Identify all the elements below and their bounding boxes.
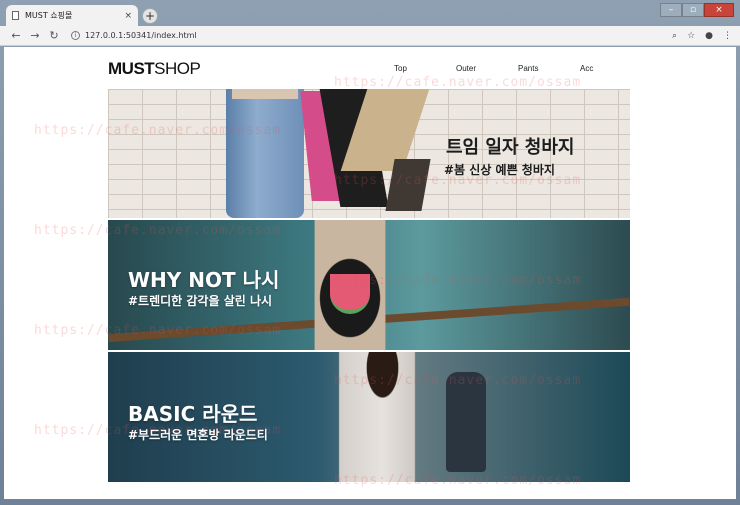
profile-icon[interactable]: ● [705,31,713,41]
site-logo[interactable]: MUSTSHOP [108,59,201,79]
banner-title: 트임 일자 청바지 [446,137,575,158]
banner-basic-round[interactable]: BASIC 라운드 #부드러운 면혼방 라운드티 [108,352,630,482]
logo-bold: MUST [108,59,155,78]
document-icon [12,11,19,20]
site-header: MUSTSHOP Top Outer Pants Acc [108,57,630,81]
maximize-button[interactable]: ▫ [682,3,704,17]
jeans-image [226,89,304,218]
banner-title: WHY NOT 나시 [128,268,280,292]
model-image [322,352,432,482]
banner-subtitle: #봄 신상 예쁜 청바지 [444,163,555,177]
address-bar[interactable]: i 127.0.0.1:50341/index.html [71,28,672,44]
main-menu: Top Outer Pants Acc [394,64,642,73]
watermelon-print-image [330,274,370,314]
browser-tab[interactable]: MUST 쇼핑몰 × [6,5,138,26]
reload-icon[interactable]: ↻ [46,29,62,42]
menu-kebab-icon[interactable]: ⋮ [723,31,732,41]
close-window-button[interactable]: × [704,3,734,17]
title-bar: MUST 쇼핑몰 × + – ▫ × [0,0,740,26]
minimize-button[interactable]: – [660,3,682,17]
browser-toolbar: ← → ↻ i 127.0.0.1:50341/index.html ⌕ ☆ ●… [0,26,740,46]
url-text: 127.0.0.1:50341/index.html [85,31,197,40]
tab-close-icon[interactable]: × [124,11,132,21]
menu-pants[interactable]: Pants [518,64,580,73]
back-arrow-icon[interactable]: ← [8,29,24,42]
banner-subtitle: #트렌디한 감각을 살린 나시 [128,294,273,308]
window-controls: – ▫ × [660,3,734,17]
browser-window: MUST 쇼핑몰 × + – ▫ × ← → ↻ i 127.0.0.1:503… [0,0,740,505]
background-person-image [446,372,486,472]
menu-outer[interactable]: Outer [456,64,518,73]
menu-acc[interactable]: Acc [580,64,642,73]
tab-title: MUST 쇼핑몰 [25,11,73,20]
toolbar-icons: ⌕ ☆ ● ⋮ [672,31,732,41]
banner-title: BASIC 라운드 [128,402,258,426]
logo-light: SHOP [154,59,201,78]
banner-jeans[interactable]: 트임 일자 청바지 #봄 신상 예쁜 청바지 [108,89,630,218]
new-tab-button[interactable]: + [142,8,158,24]
banner-sleeveless[interactable]: WHY NOT 나시 #트렌디한 감각을 살린 나시 [108,220,630,350]
zoom-icon[interactable]: ⌕ [672,31,677,41]
bookmark-star-icon[interactable]: ☆ [687,31,695,41]
page-viewport: MUSTSHOP Top Outer Pants Acc 트임 일자 청바지 #… [4,47,736,499]
forward-arrow-icon[interactable]: → [27,29,43,42]
menu-top[interactable]: Top [394,64,456,73]
banner-subtitle: #부드러운 면혼방 라운드티 [128,428,268,442]
info-icon[interactable]: i [71,31,80,40]
